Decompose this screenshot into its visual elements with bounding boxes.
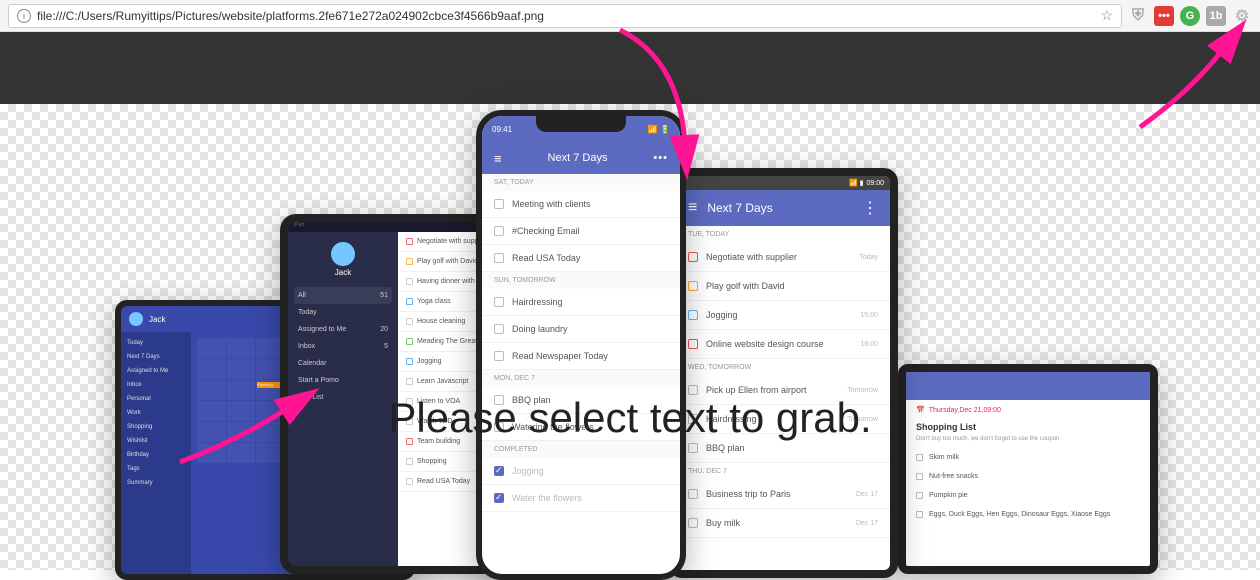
section-header: MON, DEC 7: [482, 370, 680, 387]
date-label: Thursday,Dec 21,09:00: [929, 407, 1001, 414]
extension-settings-icon[interactable]: ⚙: [1232, 6, 1252, 26]
status-left: iPad: [294, 222, 304, 232]
section-header: WED, TOMORROW: [676, 359, 890, 376]
task-list: SAT, TODAYMeeting with clients#Checking …: [482, 174, 680, 512]
sidebar-item[interactable]: Inbox: [121, 378, 191, 392]
sidebar-item[interactable]: All51: [294, 287, 392, 304]
url-text: file:///C:/Users/Rumyittips/Pictures/web…: [37, 9, 544, 23]
sidebar-item[interactable]: Next 7 Days: [121, 350, 191, 364]
section-header: SAT, TODAY: [482, 174, 680, 191]
task-item[interactable]: Meeting with clients: [482, 191, 680, 218]
sidebar-item[interactable]: Calendar: [294, 355, 392, 372]
calendar-icon: 📅: [916, 406, 925, 414]
device-android: 📶 ▮09:00 ≡ Next 7 Days ⋮ TUE, TODAYNegotia…: [668, 168, 898, 578]
bookmark-star-icon[interactable]: ☆: [1100, 7, 1113, 24]
list-item[interactable]: Eggs, Duck Eggs, Hen Eggs, Dinosaur Eggs…: [906, 505, 1150, 524]
sidebar-item[interactable]: Today: [121, 336, 191, 350]
viewport: JackOct, 2017 TodayNext 7 DaysAssigned t…: [0, 32, 1260, 570]
task-item[interactable]: Buy milkDec 17: [676, 509, 890, 538]
sidebar-item[interactable]: Today: [294, 304, 392, 321]
header-bar: [906, 372, 1150, 400]
sidebar-item[interactable]: Assigned to Me20: [294, 321, 392, 338]
list-description: Don't buy too much, we don't forget to u…: [906, 434, 1150, 448]
shopping-list: Skim milkNut-free snacksPumpkin pieEggs,…: [906, 448, 1150, 524]
sidebar-item[interactable]: Start a Pomo: [294, 372, 392, 389]
device-iphone: 09:41📶 🔋 ≡Next 7 Days••• SAT, TODAYMeeti…: [476, 110, 686, 580]
task-item[interactable]: Jogging15:00: [676, 301, 890, 330]
screen-title: Next 7 Days: [707, 201, 852, 215]
task-item[interactable]: #Checking Email: [482, 218, 680, 245]
status-time: 09:41: [492, 125, 512, 134]
site-info-icon[interactable]: i: [17, 9, 31, 23]
sidebar-item[interactable]: Summary: [121, 476, 191, 490]
section-header: COMPLETED: [482, 441, 680, 458]
extension-lastpass-icon[interactable]: •••: [1154, 6, 1174, 26]
user-name: Jack: [294, 268, 392, 277]
list-item[interactable]: Skim milk: [906, 448, 1150, 467]
extension-grammarly-icon[interactable]: G: [1180, 6, 1200, 26]
sidebar-item[interactable]: Add List: [294, 389, 392, 406]
extension-shield-icon[interactable]: ⛨: [1128, 6, 1148, 26]
annotation-arrow: [1130, 42, 1250, 147]
ipad-sidebar: Jack All51TodayAssigned to Me20Inbox5Cal…: [288, 232, 398, 566]
task-item[interactable]: Read USA Today: [482, 245, 680, 272]
task-item[interactable]: Business trip to ParisDec 17: [676, 480, 890, 509]
extension-1b-icon[interactable]: 1b: [1206, 6, 1226, 26]
list-title: Shopping List: [906, 420, 1150, 434]
task-item[interactable]: Online website design course18:00: [676, 330, 890, 359]
device-tablet-list: 📅 Thursday,Dec 21,09:00 Shopping List Don…: [898, 364, 1158, 574]
list-item[interactable]: Pumpkin pie: [906, 486, 1150, 505]
address-bar[interactable]: i file:///C:/Users/Rumyittips/Pictures/w…: [8, 4, 1122, 28]
task-item[interactable]: Water the flowers: [482, 485, 680, 512]
task-item[interactable]: Play golf with David: [676, 272, 890, 301]
task-item[interactable]: Negotiate with supplierToday: [676, 243, 890, 272]
section-header: SUN, TOMORROW: [482, 272, 680, 289]
task-item[interactable]: Read Newspaper Today: [482, 343, 680, 370]
user-name: Jack: [149, 315, 165, 324]
avatar: [129, 312, 143, 326]
task-item[interactable]: Hairdressing: [482, 289, 680, 316]
more-icon[interactable]: ⋮: [862, 198, 878, 218]
annotation-arrow: [610, 20, 710, 165]
hamburger-icon[interactable]: ≡: [494, 151, 502, 166]
section-header: THU, DEC 7: [676, 463, 890, 480]
task-item[interactable]: Doing laundry: [482, 316, 680, 343]
sidebar-item[interactable]: Inbox5: [294, 338, 392, 355]
task-item[interactable]: Jogging: [482, 458, 680, 485]
avatar: [331, 242, 355, 266]
annotation-arrow: [175, 402, 305, 477]
hamburger-icon[interactable]: ≡: [688, 199, 697, 217]
task-list: TUE, TODAYNegotiate with supplierTodayPl…: [676, 226, 890, 538]
status-icons: 📶 ▮: [849, 179, 864, 187]
status-time: 09:00: [866, 180, 884, 187]
section-header: TUE, TODAY: [676, 226, 890, 243]
screen-title: Next 7 Days: [548, 152, 608, 164]
sidebar-item[interactable]: Assigned to Me: [121, 364, 191, 378]
list-item[interactable]: Nut-free snacks: [906, 467, 1150, 486]
overlay-instruction-text: Please select text to grab.: [388, 394, 871, 442]
